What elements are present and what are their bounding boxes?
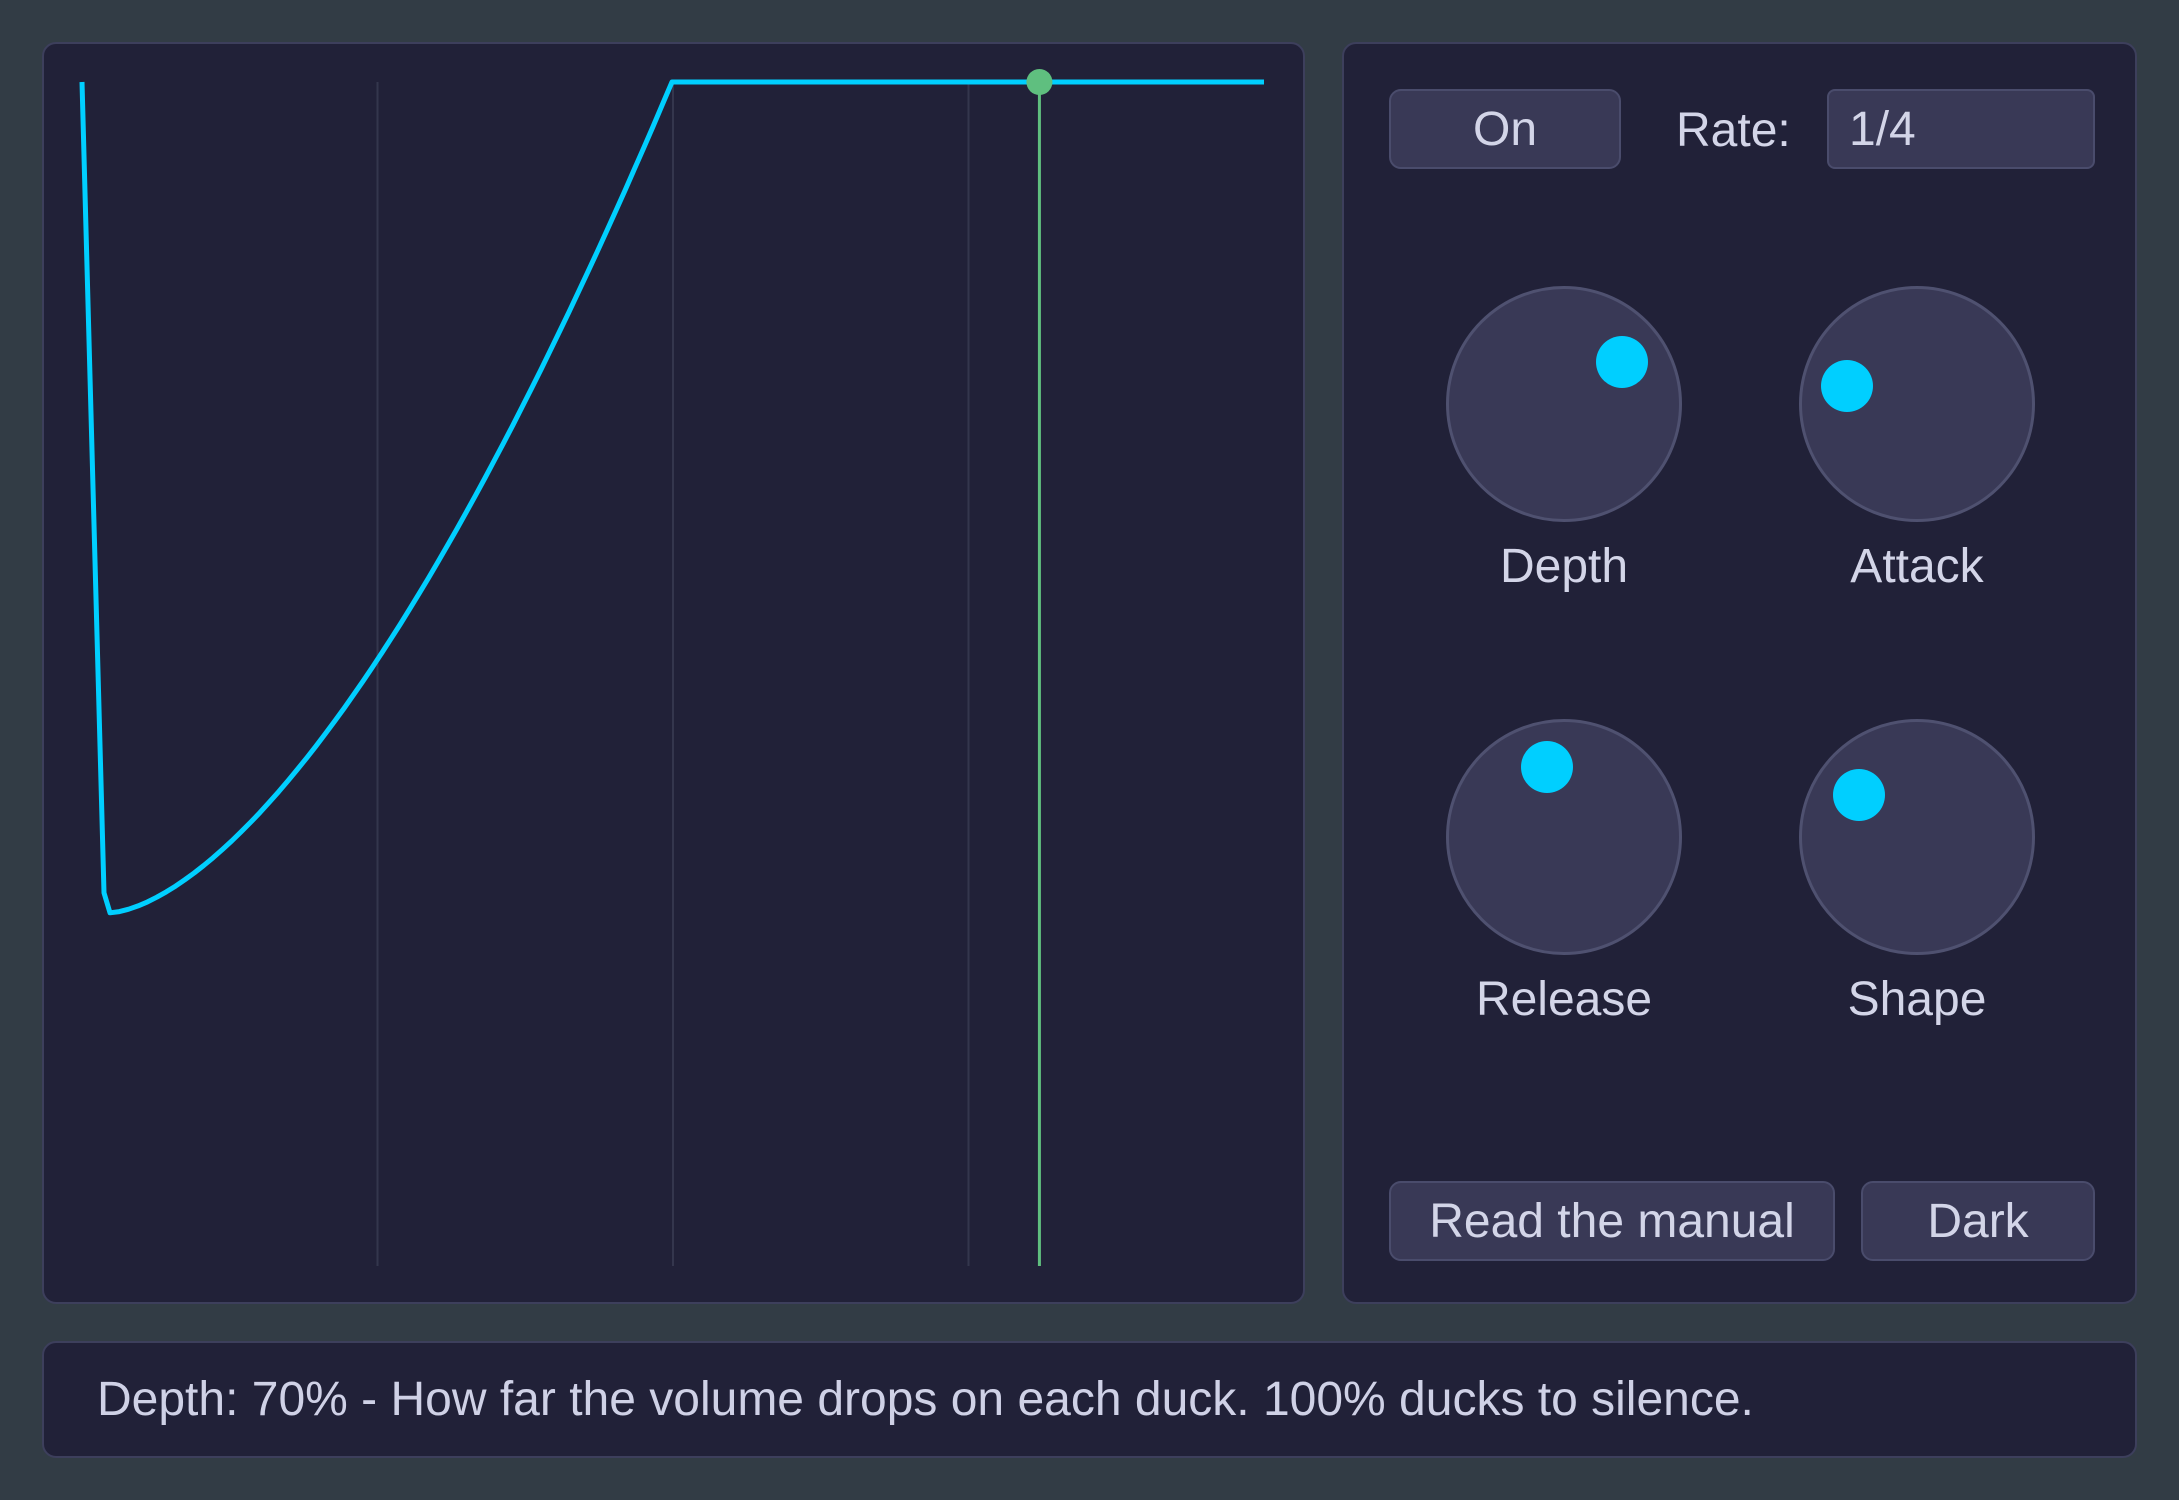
theme-toggle-button[interactable]: Dark [1861,1181,2095,1261]
envelope-graph[interactable] [44,44,1303,1302]
shape-knob[interactable] [1799,719,2035,955]
rate-label: Rate: [1676,104,1791,157]
shape-knob-indicator [1832,768,1885,821]
depth-knob-label: Depth [1499,540,1629,593]
shape-knob-label: Shape [1847,973,1987,1026]
parameter-help-text: Depth: 70% - How far the volume drops on… [97,1373,1754,1426]
attack-knob[interactable] [1799,286,2035,522]
read-manual-button[interactable]: Read the manual [1389,1181,1835,1261]
power-toggle-button[interactable]: On [1389,89,1621,169]
attack-knob-label: Attack [1850,540,1984,593]
playhead-handle[interactable] [1026,69,1053,95]
release-knob[interactable] [1446,719,1682,955]
attack-knob-indicator [1821,360,1874,413]
rate-input[interactable] [1827,89,2095,169]
envelope-graph-panel[interactable] [42,42,1305,1304]
info-bar: Depth: 70% - How far the volume drops on… [42,1341,2137,1458]
depth-knob-indicator [1596,335,1649,388]
depth-knob[interactable] [1446,286,1682,522]
release-knob-indicator [1521,740,1574,793]
release-knob-label: Release [1475,973,1653,1026]
controls-panel: On Rate: Depth Attack Release Shape Read… [1342,42,2137,1304]
